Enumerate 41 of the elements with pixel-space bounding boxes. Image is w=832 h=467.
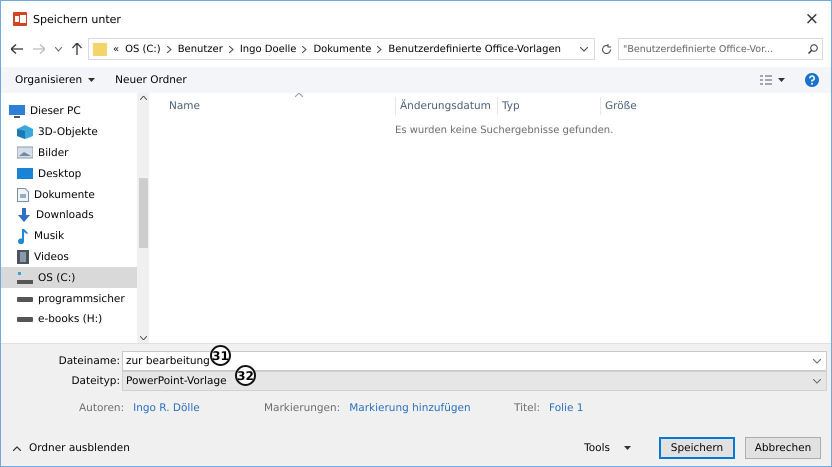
meta-link[interactable]: Markierung hinzufügen <box>349 402 471 414</box>
column-header[interactable]: Größe <box>600 97 680 115</box>
sidebar-item[interactable]: e-books (H:) <box>1 308 137 330</box>
sidebar-item[interactable]: Dokumente <box>1 184 137 205</box>
close-button[interactable]: × <box>800 9 823 29</box>
meta-label: Autoren: <box>79 402 124 414</box>
breadcrumb[interactable]: Dokumente <box>313 44 372 54</box>
sidebar-item[interactable]: Desktop <box>1 163 137 184</box>
breadcrumb[interactable]: Benutzerdefinierte Office-Vorlagen <box>388 44 562 54</box>
breadcrumb[interactable]: OS (C:) <box>125 44 161 54</box>
search-field[interactable]: "Benutzerdefinierte Office-Vor... <box>618 38 823 60</box>
window-title: Speichern unter <box>33 12 122 26</box>
field-label: Dateityp: <box>70 375 120 387</box>
organize-menu[interactable]: Organisieren <box>11 72 100 88</box>
sidebar-item[interactable]: OS (C:) <box>1 267 137 288</box>
new-folder-button[interactable]: Neuer Ordner <box>111 72 191 88</box>
meta-label: Markierungen: <box>264 402 340 414</box>
sidebar-item[interactable]: Musik <box>1 226 137 247</box>
meta-link[interactable]: Folie 1 <box>549 402 584 414</box>
empty-message: Es wurden keine Suchergebnisse gefunden. <box>395 125 614 136</box>
column-header[interactable]: Änderungsdatum <box>395 97 497 115</box>
sidebar-item[interactable]: Videos <box>1 246 137 268</box>
sidebar-item[interactable]: programmsicher <box>1 288 137 309</box>
sidebar-item[interactable]: 3D-Objekte <box>1 122 137 143</box>
breadcrumb[interactable]: Ingo Doelle <box>240 44 296 54</box>
field-label: Dateiname: <box>58 355 120 367</box>
sidebar-item[interactable]: Dieser PC <box>1 101 137 122</box>
dialog-button[interactable]: Abbrechen <box>745 437 821 459</box>
dialog-button[interactable]: Speichern <box>659 437 735 459</box>
callout-number: 31 <box>210 345 231 366</box>
column-header[interactable]: Name <box>165 97 395 115</box>
address-bar[interactable]: « OS (C:) Benutzer Ingo Doelle Dokumente Benutzerdefinierte Office-Vorlagen <box>88 38 595 60</box>
sidebar-item[interactable]: Bilder <box>1 142 137 164</box>
tools-menu[interactable]: Tools <box>578 441 637 455</box>
column-header[interactable]: Typ <box>497 97 600 115</box>
hide-folders-button[interactable]: Ordner ausblenden <box>13 442 130 454</box>
overflow-chevrons[interactable]: « <box>113 44 120 54</box>
meta-link[interactable]: Ingo R. Dölle <box>133 402 200 414</box>
sidebar-item[interactable]: Downloads <box>1 204 137 226</box>
meta-label: Titel: <box>514 402 540 414</box>
breadcrumb[interactable]: Benutzer <box>178 44 223 54</box>
